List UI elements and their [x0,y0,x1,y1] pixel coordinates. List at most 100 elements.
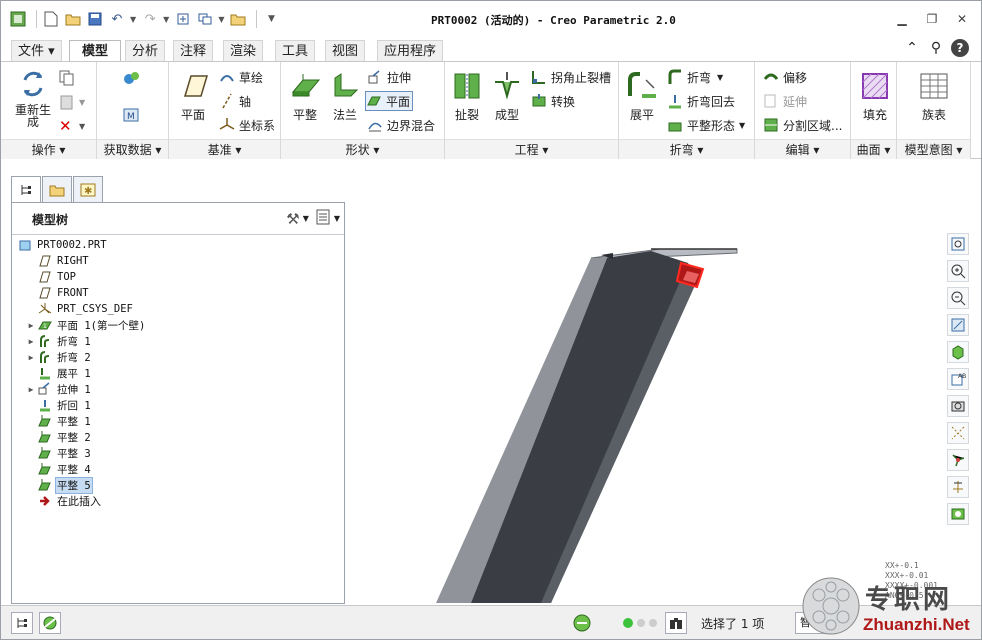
expand-arrow-icon[interactable]: ▶ [26,337,36,346]
tree-row[interactable]: ▶ 折弯 1 [26,333,92,349]
favorites-tab-icon[interactable]: ✱ [73,176,103,202]
tree-row[interactable]: ▶ 折弯 2 [26,349,92,365]
extrude-button[interactable]: 拉伸 [367,67,411,87]
tree-row[interactable]: 平整 4 [26,461,92,477]
sheetmetal-part-model[interactable] [351,163,941,603]
customize-icon[interactable]: ▼ [262,10,280,28]
sketch-button[interactable]: 草绘 [219,67,263,87]
axis-button[interactable]: 轴 [219,91,251,111]
close-window-icon[interactable] [229,10,247,28]
tab-model[interactable]: 模型 [69,40,122,62]
tab-view[interactable]: 视图 [325,40,366,61]
refit-icon[interactable] [947,233,969,255]
copy-button[interactable] [59,68,79,88]
find-icon[interactable] [665,612,687,634]
group-label-operations[interactable]: 操作 ▾ [1,139,96,159]
group-label-editing[interactable]: 编辑 ▾ [755,139,850,159]
display-style-icon[interactable] [947,341,969,363]
restore-icon[interactable]: ❐ [923,11,941,27]
zoom-out-icon[interactable] [947,287,969,309]
regenerate-button[interactable]: 重新生成 [11,68,55,128]
tree-row[interactable]: 平整 2 [26,429,92,445]
tree-row[interactable]: 展平 1 [26,365,92,381]
copy-geometry-button[interactable]: M [123,104,143,124]
regenerate-icon[interactable] [174,10,192,28]
view-manager-icon[interactable] [947,395,969,417]
tree-row[interactable]: ▶ 1 平面 1(第一个壁) [26,317,146,333]
bend-button[interactable]: 折弯 ▼ [667,67,723,87]
redo-icon[interactable]: ↷ [141,10,159,28]
tree-row[interactable]: 平整 5 [26,476,93,494]
split-area-button[interactable]: 分割区域... [763,115,842,135]
tree-row[interactable]: TOP [26,269,77,285]
tree-row[interactable]: RIGHT [26,253,90,269]
corner-relief-button[interactable]: 拐角止裂槽 [531,67,611,87]
expand-arrow-icon[interactable]: ▶ [26,385,36,394]
paste-button[interactable]: ▼ [59,92,85,112]
tree-row[interactable]: 平整 3 [26,445,92,461]
offset-button[interactable]: 偏移 [763,67,807,87]
help-icon[interactable]: ? [951,39,969,57]
datum-plane-button[interactable]: 平面 [175,70,211,123]
annotation-display-icon[interactable] [947,503,969,525]
family-table-button[interactable]: 族表 [915,70,953,123]
unbend-button[interactable]: 展平 [623,70,661,123]
convert-button[interactable]: 转换 [531,91,575,111]
tree-row[interactable]: ▶ 拉伸 1 [26,381,92,397]
flange-button[interactable]: 法兰 [327,70,363,123]
group-label-engineering[interactable]: 工程 ▾ [445,139,618,159]
boundary-blend-button[interactable]: 边界混合 [367,115,435,135]
extend-button[interactable]: 延伸 [763,91,807,111]
graphics-window[interactable] [351,163,941,603]
toggle-navigator-icon[interactable] [11,612,33,634]
minimize-icon[interactable]: ▁ [893,11,911,27]
fill-button[interactable]: 填充 [857,70,893,123]
expand-arrow-icon[interactable]: ▶ [26,321,36,330]
repaint-icon[interactable] [947,314,969,336]
close-icon[interactable]: ✕ [953,11,971,27]
open-icon[interactable] [64,10,82,28]
tab-applications[interactable]: 应用程序 [377,40,444,61]
search-icon[interactable]: ⚲ [927,39,945,57]
csys-button[interactable]: 坐标系 [219,115,275,135]
expand-arrow-icon[interactable]: ▶ [26,353,36,362]
user-defined-feature-button[interactable] [123,68,143,88]
tab-tools[interactable]: 工具 [275,40,316,61]
planar-button[interactable]: 平面 [365,91,414,111]
tree-row[interactable]: PRT_CSYS_DEF [26,301,134,317]
rip-button[interactable]: 扯裂 [449,70,485,123]
tree-row[interactable]: 折回 1 [26,397,92,413]
zoom-in-icon[interactable] [947,260,969,282]
delete-button[interactable]: ✕ ▼ [59,116,85,136]
bend-back-button[interactable]: 折弯回去 [667,91,735,111]
undo-icon[interactable]: ↶ [108,10,126,28]
tree-row[interactable]: 平整 1 [26,413,92,429]
group-label-model-intent[interactable]: 模型意图 ▾ [897,139,970,159]
settings-icon[interactable]: ⚒ [286,210,299,228]
datum-display-icon[interactable] [947,422,969,444]
tree-row[interactable]: FRONT [26,285,90,301]
browser-icon[interactable] [39,612,61,634]
tab-annotate[interactable]: 注释 [173,40,214,61]
collapse-ribbon-icon[interactable]: ⌃ [903,39,921,57]
csys-display-icon[interactable] [947,476,969,498]
tab-render[interactable]: 渲染 [223,40,264,61]
axis-display-icon[interactable] [947,449,969,471]
group-label-bends[interactable]: 折弯 ▾ [619,139,754,159]
tree-row[interactable]: PRT0002.PRT [16,237,108,253]
regen-status-icon[interactable] [571,612,593,637]
windows-icon[interactable] [196,10,214,28]
model-tree-tab-icon[interactable] [11,176,41,202]
form-button[interactable]: 成型 [489,70,525,123]
folder-browser-tab-icon[interactable] [42,176,72,202]
group-label-get-data[interactable]: 获取数据 ▾ [97,139,168,159]
tree-row[interactable]: 在此插入 [26,493,102,509]
tab-file[interactable]: 文件 ▾ [11,40,62,61]
save-icon[interactable] [86,10,104,28]
new-icon[interactable] [42,10,60,28]
group-label-surfaces[interactable]: 曲面 ▾ [851,139,896,159]
tab-analysis[interactable]: 分析 [125,40,166,61]
flat-button[interactable]: 平整 [287,70,323,123]
show-icon[interactable] [315,209,331,228]
app-logo-icon[interactable] [9,10,27,28]
